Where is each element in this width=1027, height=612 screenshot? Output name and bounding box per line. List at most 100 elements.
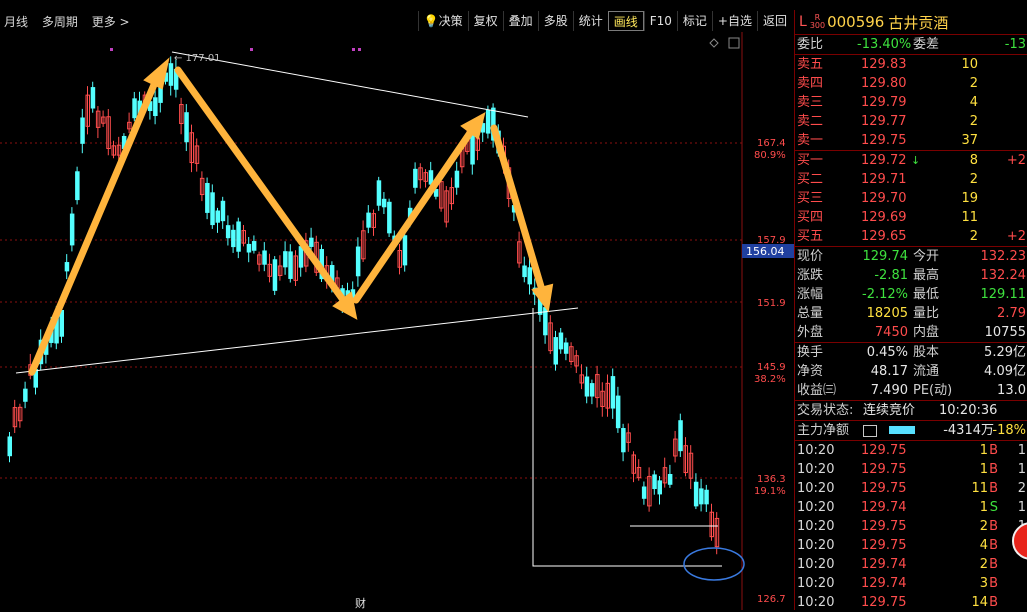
- tick-row: 10:20 129.74 1 S 1: [797, 500, 1026, 515]
- stock-title: L R 300 000596 古井贡酒: [795, 10, 1027, 35]
- candle-body: [236, 221, 241, 252]
- candle-body: [381, 198, 387, 208]
- candle-body: [220, 200, 226, 222]
- add-watchlist-button[interactable]: +自选: [711, 11, 757, 31]
- candle-body: [184, 112, 189, 143]
- main-flow-row: 主力净额 -4314万 -18%: [795, 421, 1027, 441]
- bid-book: 买一 129.72 ↓ 8 +2 买二 129.71 2 买三 129.70 19 买四 129.…: [795, 151, 1027, 247]
- candle-body: [563, 342, 569, 354]
- finance-marker[interactable]: 财: [355, 596, 366, 610]
- quote-stats: 现价 129.74 今开 132.23 涨跌 -2.81 最高 132.24 涨幅 -2.12…: [795, 247, 1027, 343]
- candle-body: [262, 250, 267, 265]
- toolbar-buttons: 💡决策 复权 叠加 多股 统计 画线 F10 标记 +自选 返回: [417, 11, 792, 31]
- overlay-button[interactable]: 叠加: [502, 11, 538, 31]
- candle-body: [59, 309, 64, 337]
- candle-body: [527, 267, 532, 285]
- tick-row: 10:20 129.75 1 B 1: [797, 443, 1026, 458]
- tick-row: 10:20129.752B1: [797, 519, 1026, 534]
- candle-body: [251, 241, 257, 251]
- f10-button[interactable]: F10: [643, 11, 677, 31]
- candle-body: [355, 246, 361, 277]
- candle-body: [485, 109, 491, 134]
- chart-toolbar: 月线 多周期 更多 > 💡决策 复权 叠加 多股 统计 画线 F10 标记 +自…: [0, 10, 794, 32]
- candle-body: [246, 243, 252, 253]
- candle-body: [454, 170, 460, 188]
- period-monthly[interactable]: 月线: [4, 15, 28, 29]
- level-191-pct: 19.1%: [754, 486, 786, 497]
- candle-body: [298, 246, 304, 268]
- candle-body: [7, 436, 12, 457]
- candle-body: [621, 428, 626, 453]
- statistics-button[interactable]: 统计: [572, 11, 608, 31]
- highlight-ellipse[interactable]: [683, 547, 745, 581]
- market-badge: L: [799, 14, 807, 30]
- candle-body: [641, 486, 647, 499]
- info-row-eps: 收益㈢ 7.490 PE(动) 13.0: [797, 383, 1026, 398]
- candle-body: [402, 235, 408, 266]
- candle-body: [225, 225, 231, 239]
- candle-body: [678, 420, 683, 452]
- bid-row[interactable]: 买二 129.71 2: [795, 170, 1027, 189]
- candle-body: [615, 395, 621, 429]
- candle-body: [652, 474, 657, 490]
- mark-button[interactable]: 标记: [676, 11, 712, 31]
- candle-body: [413, 168, 418, 188]
- list-icon[interactable]: [863, 425, 877, 437]
- level-136-label: 136.3: [757, 474, 786, 485]
- level-808-pct: 80.9%: [754, 150, 786, 161]
- upper-trendline[interactable]: [171, 51, 529, 118]
- tick-list[interactable]: 10:20 129.75 1 B 1 10:20 129.75 1 B 1 10:20 129.7…: [795, 441, 1027, 612]
- flow-bar: [889, 426, 915, 434]
- candle-body: [168, 63, 174, 86]
- info-row-turnover: 换手 0.45% 股本 5.29亿: [797, 345, 1026, 360]
- ask-row[interactable]: 卖二 129.77 2: [795, 112, 1027, 131]
- bid-row[interactable]: 买五 129.65 2 +2: [795, 227, 1027, 246]
- info-row-netasset: 净资 48.17 流通 4.09亿: [797, 364, 1026, 379]
- multi-stock-button[interactable]: 多股: [537, 11, 573, 31]
- candle-body: [80, 117, 85, 144]
- trend-lines: [15, 51, 722, 567]
- chart-corner-icons: [709, 37, 740, 49]
- candle-body: [231, 229, 236, 248]
- bid-row[interactable]: 买四 129.69 11: [795, 208, 1027, 227]
- tick-row: 10:20 129.75 4 B: [797, 538, 998, 553]
- back-button[interactable]: 返回: [756, 11, 792, 31]
- candle-body: [69, 213, 75, 246]
- ask-row[interactable]: 卖三 129.79 4: [795, 93, 1027, 112]
- level-151-label: 151.9: [757, 298, 786, 309]
- quote-row-price: 现价 129.74 今开 132.23: [797, 249, 1026, 264]
- quote-row-volume: 总量 18205 量比 2.79: [797, 306, 1026, 321]
- fundamentals: 换手 0.45% 股本 5.29亿 净资 48.17 流通 4.09亿 收益㈢ 7.490 PE…: [795, 343, 1027, 401]
- ask-row[interactable]: 卖五 129.83 10: [795, 55, 1027, 74]
- candle-body: [210, 192, 215, 226]
- candle-body: [584, 376, 590, 397]
- candles: [7, 56, 720, 555]
- period-multi[interactable]: 多周期: [42, 15, 78, 29]
- candlestick-chart[interactable]: 167.4 80.9% 157.9 151.9 145.9 38.2% 136.…: [0, 32, 794, 610]
- level-167-label: 167.4: [757, 138, 786, 149]
- period-more[interactable]: 更多 >: [92, 15, 130, 29]
- candle-body: [589, 383, 595, 397]
- candle-body: [667, 474, 673, 485]
- ask-row[interactable]: 卖四 129.80 2: [795, 74, 1027, 93]
- index-badge: R 300: [809, 13, 826, 30]
- stock-name: 古井贡酒: [888, 13, 949, 32]
- candle-body: [376, 180, 382, 206]
- candle-body: [64, 262, 70, 272]
- draw-line-button[interactable]: 画线: [607, 11, 644, 31]
- decision-button[interactable]: 💡决策: [417, 11, 468, 31]
- quote-row-outer: 外盘 7450 内盘 10755: [797, 325, 1026, 340]
- candle-body: [215, 210, 220, 223]
- lower-trendline[interactable]: [15, 307, 579, 374]
- candle-body: [288, 251, 293, 279]
- level-126-label: 126.7: [757, 594, 786, 605]
- top-markers: [110, 48, 361, 51]
- price-axis-labels: 167.4 80.9% 157.9 151.9 145.9 38.2% 136.…: [754, 138, 786, 605]
- quote-row-change: 涨跌 -2.81 最高 132.24: [797, 268, 1026, 283]
- bid-row[interactable]: 买一 129.72 ↓ 8 +2: [795, 151, 1027, 170]
- stock-code: 000596: [827, 13, 885, 31]
- bid-row[interactable]: 买三 129.70 19: [795, 189, 1027, 208]
- candle-body: [704, 489, 709, 505]
- adjust-button[interactable]: 复权: [467, 11, 503, 31]
- ask-row[interactable]: 卖一 129.75 37: [795, 131, 1027, 150]
